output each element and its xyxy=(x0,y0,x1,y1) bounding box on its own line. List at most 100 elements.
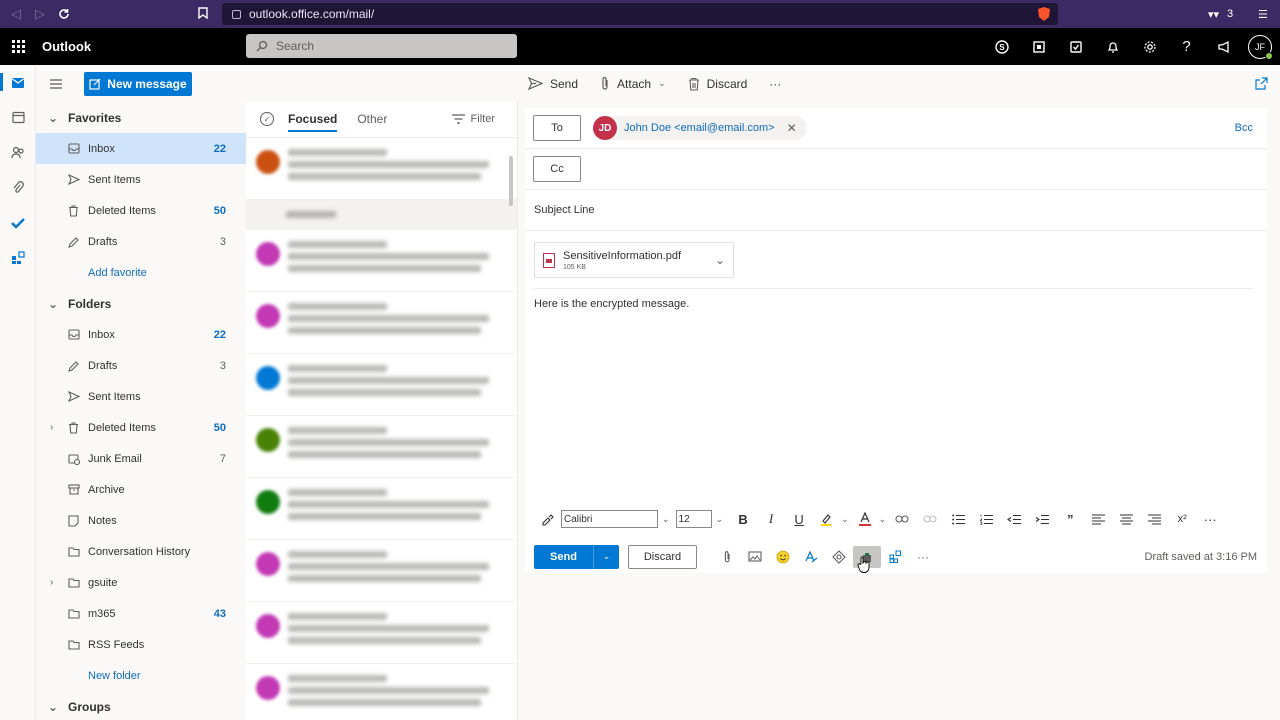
align-left-icon[interactable] xyxy=(1084,513,1112,525)
message-item[interactable] xyxy=(246,292,517,354)
apps-icon[interactable] xyxy=(0,240,36,275)
tab-other[interactable]: Other xyxy=(357,101,387,138)
numbering-icon[interactable] xyxy=(972,514,1000,525)
attach-file-icon[interactable] xyxy=(713,550,741,564)
favorite-deleted-items[interactable]: Deleted Items 50 xyxy=(36,195,246,226)
underline-icon[interactable]: U xyxy=(785,512,813,527)
gear-icon[interactable] xyxy=(1131,28,1168,65)
toolbar-send-button[interactable]: Send xyxy=(528,77,578,91)
more-formatting-icon[interactable]: ··· xyxy=(1196,512,1224,527)
favorite-drafts[interactable]: Drafts 3 xyxy=(36,226,246,257)
chevron-right-icon[interactable]: › xyxy=(50,422,53,433)
folder-rss-feeds[interactable]: RSS Feeds xyxy=(36,629,246,660)
bookmark-icon[interactable] xyxy=(198,7,208,22)
more-options-icon[interactable]: ··· xyxy=(909,550,937,564)
italic-icon[interactable]: I xyxy=(757,511,785,527)
align-right-icon[interactable] xyxy=(1140,513,1168,525)
discard-button[interactable]: Discard xyxy=(628,544,697,569)
editor-icon[interactable] xyxy=(797,550,825,564)
folder-archive[interactable]: Archive xyxy=(36,474,246,505)
chevron-down-icon[interactable]: ⌄ xyxy=(662,514,670,525)
message-list-scrollbar[interactable] xyxy=(509,156,513,206)
toolbar-attach-button[interactable]: Attach ⌄ xyxy=(600,76,666,91)
folder-notes[interactable]: Notes xyxy=(36,505,246,536)
send-button[interactable]: Send xyxy=(534,544,594,569)
people-icon[interactable] xyxy=(0,135,36,170)
folder-deleted-items[interactable]: › Deleted Items 50 xyxy=(36,412,246,443)
popout-icon[interactable] xyxy=(1255,77,1268,93)
chevron-down-icon[interactable]: ⌄ xyxy=(716,514,724,525)
folder-drafts[interactable]: Drafts 3 xyxy=(36,350,246,381)
font-color-icon[interactable] xyxy=(851,512,879,526)
message-item[interactable] xyxy=(246,230,517,292)
message-body[interactable]: Here is the encrypted message. xyxy=(525,289,1267,310)
message-item[interactable] xyxy=(246,602,517,664)
bcc-link[interactable]: Bcc xyxy=(1235,122,1253,134)
message-item[interactable] xyxy=(246,540,517,602)
emoji-icon[interactable] xyxy=(769,550,797,564)
help-icon[interactable]: ? xyxy=(1168,28,1205,65)
vpn-extension[interactable]: ▾▾ 3 xyxy=(1208,4,1233,24)
unlink-icon[interactable] xyxy=(916,514,944,524)
browser-menu-icon[interactable]: ☰ xyxy=(1258,4,1268,24)
calendar-icon[interactable] xyxy=(0,100,36,135)
format-painter-icon[interactable] xyxy=(533,513,561,526)
chevron-down-icon[interactable]: ⌄ xyxy=(715,253,725,267)
paperclip-icon[interactable] xyxy=(0,170,36,205)
superscript-icon[interactable]: x² xyxy=(1168,513,1196,525)
message-item[interactable] xyxy=(246,138,517,200)
decrease-indent-icon[interactable] xyxy=(1000,514,1028,525)
message-item[interactable] xyxy=(246,664,517,720)
chevron-down-icon[interactable]: ⌄ xyxy=(841,514,849,525)
bullets-icon[interactable] xyxy=(944,514,972,525)
cc-button[interactable]: Cc xyxy=(533,156,581,182)
remove-recipient-icon[interactable]: ✕ xyxy=(787,121,797,135)
tab-focused[interactable]: Focused xyxy=(288,101,338,138)
folder-m365[interactable]: m365 43 xyxy=(36,598,246,629)
folder-conversation-history[interactable]: Conversation History xyxy=(36,536,246,567)
send-options-chevron-icon[interactable]: ⌄ xyxy=(594,545,619,569)
add-favorite-link[interactable]: Add favorite xyxy=(36,257,246,288)
toolbar-discard-button[interactable]: Discard xyxy=(688,77,747,91)
quote-icon[interactable]: ” xyxy=(1056,512,1084,527)
reload-icon[interactable] xyxy=(52,0,76,28)
todo-icon[interactable] xyxy=(1057,28,1094,65)
filter-button[interactable]: Filter xyxy=(451,113,495,125)
folder-inbox[interactable]: Inbox 22 xyxy=(36,319,246,350)
bell-icon[interactable] xyxy=(1094,28,1131,65)
link-icon[interactable] xyxy=(888,514,916,524)
mail-icon[interactable] xyxy=(0,65,36,100)
highlight-icon[interactable] xyxy=(813,512,841,526)
select-all-checkbox[interactable]: ✓ xyxy=(260,112,274,126)
attachment-card[interactable]: SensitiveInformation.pdf 105 KB ⌄ xyxy=(534,242,734,278)
favorite-inbox[interactable]: Inbox 22 xyxy=(36,133,246,164)
folder-sent-items[interactable]: Sent Items xyxy=(36,381,246,412)
insert-picture-icon[interactable] xyxy=(741,551,769,562)
message-item[interactable] xyxy=(246,354,517,416)
brave-shield-icon[interactable] xyxy=(1036,4,1052,24)
todo-check-icon[interactable] xyxy=(0,205,36,240)
subject-field[interactable]: Subject Line xyxy=(525,190,1267,231)
app-launcher-icon[interactable] xyxy=(0,28,36,65)
apps-grid-icon[interactable] xyxy=(881,550,909,563)
folders-section[interactable]: ⌄ Folders xyxy=(36,288,246,319)
bold-icon[interactable]: B xyxy=(729,512,757,527)
address-bar[interactable]: outlook.office.com/mail/ xyxy=(222,3,1058,25)
font-name-select[interactable]: Calibri xyxy=(561,510,658,528)
back-icon[interactable]: ◁ xyxy=(4,0,28,28)
align-center-icon[interactable] xyxy=(1112,513,1140,525)
new-message-button[interactable]: New message xyxy=(84,71,192,96)
new-folder-link[interactable]: New folder xyxy=(36,660,246,691)
recipient-pill[interactable]: JD John Doe <email@email.com> ✕ xyxy=(593,116,807,140)
feedback-megaphone-icon[interactable] xyxy=(1205,28,1242,65)
groups-section[interactable]: ⌄ Groups xyxy=(36,691,246,720)
toolbar-more-button[interactable]: ··· xyxy=(769,77,781,91)
skype-icon[interactable]: S xyxy=(983,28,1020,65)
office-icon[interactable] xyxy=(1020,28,1057,65)
forward-icon[interactable]: ▷ xyxy=(28,0,52,28)
favorites-section[interactable]: ⌄ Favorites xyxy=(36,102,246,133)
message-item[interactable] xyxy=(246,478,517,540)
user-avatar[interactable]: JF xyxy=(1248,34,1273,60)
to-button[interactable]: To xyxy=(533,115,581,141)
message-item[interactable] xyxy=(246,416,517,478)
